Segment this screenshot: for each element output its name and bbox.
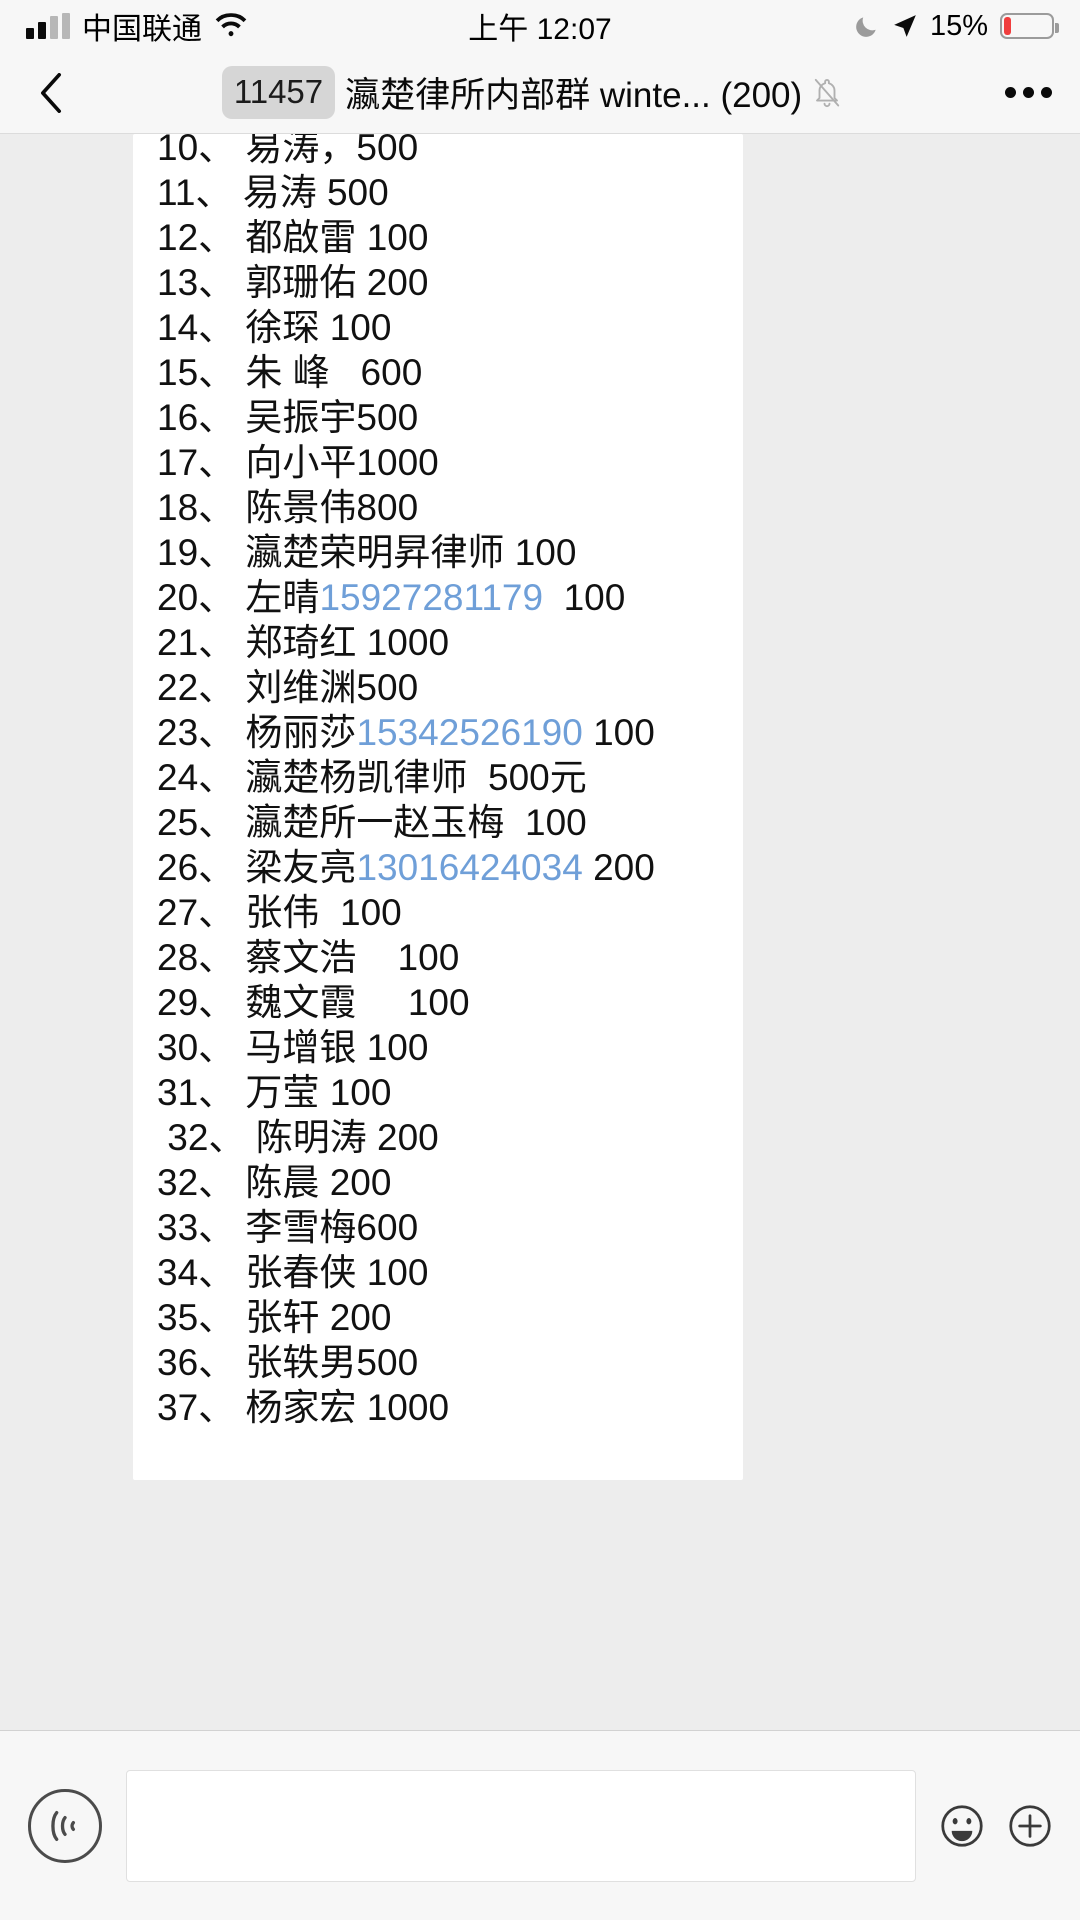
more-dot (1041, 87, 1052, 98)
voice-wave-icon (51, 1810, 76, 1841)
list-item: 22、 刘维渊500 (157, 667, 419, 708)
list-item: 19、 瀛楚荣明昇律师 100 (157, 532, 577, 573)
nav-bar: 11457 瀛楚律所内部群 winte... (200) (0, 52, 1080, 134)
battery-percent-label: 15% (929, 9, 988, 42)
input-toolbar (0, 1730, 1080, 1920)
more-options-button[interactable] (990, 87, 1052, 98)
moon-dnd-icon (856, 17, 876, 37)
message-bubble[interactable]: 10、 易涛，500 11、 易涛 500 12、 都啟雷 100 13、 郭珊佑 2… (133, 134, 743, 1480)
clock-label: 上午 12:07 (468, 13, 612, 46)
more-dot (1023, 87, 1034, 98)
list-item: 32、 陈明涛 200 (157, 1117, 439, 1158)
list-item: 28、 蔡文浩 100 (157, 937, 460, 978)
phone-number-link[interactable]: 15342526190 (356, 712, 582, 753)
list-item-amount: 100 (543, 577, 626, 618)
list-item-name: 20、 左晴 (157, 577, 320, 618)
list-item: 11、 易涛 500 (157, 172, 389, 213)
list-item-amount: 200 (582, 847, 655, 888)
list-item: 36、 张轶男500 (157, 1342, 419, 1383)
donation-list: 10、 易涛，500 11、 易涛 500 12、 都啟雷 100 13、 郭珊佑 2… (133, 134, 743, 1430)
list-item: 17、 向小平1000 (157, 442, 439, 483)
list-item: 32、 陈晨 200 (157, 1162, 392, 1203)
list-item: 21、 郑琦红 1000 (157, 622, 450, 663)
page-title: 瀛楚律所内部群 winte... (200) (345, 76, 803, 115)
chat-screen: 中国联通 上午 12:07 15% 11457 瀛楚律所内部群 winte...… (0, 0, 1080, 1920)
list-item: 10、 易涛，500 (157, 134, 419, 168)
list-item: 16、 吴振宇500 (157, 397, 419, 438)
chevron-left-icon (41, 72, 62, 113)
more-dot (1005, 87, 1016, 98)
list-item: 37、 杨家宏 1000 (157, 1387, 450, 1428)
list-item: 29、 魏文霞 100 (157, 982, 470, 1023)
phone-number-link[interactable]: 15927281179 (319, 577, 543, 618)
plus-icon[interactable] (1008, 1804, 1052, 1848)
voice-input-button[interactable] (28, 1788, 102, 1863)
list-item: 26、 梁友亮13016424034 200 (157, 845, 743, 890)
list-item: 34、 张春侠 100 (157, 1252, 429, 1293)
signal-bars-icon (26, 13, 70, 39)
nav-title-group[interactable]: 11457 瀛楚律所内部群 winte... (200) (74, 66, 990, 119)
smiley-icon[interactable] (940, 1804, 984, 1848)
list-item: 33、 李雪梅600 (157, 1207, 419, 1248)
list-item: 25、 瀛楚所一赵玉梅 100 (157, 802, 587, 843)
back-button[interactable] (28, 63, 74, 123)
list-item: 30、 马增银 100 (157, 1027, 429, 1068)
list-item: 18、 陈景伟800 (157, 487, 419, 528)
wifi-icon (215, 13, 247, 37)
status-bar-right: 15% (854, 9, 1059, 43)
chat-message-area[interactable]: 10、 易涛，500 11、 易涛 500 12、 都啟雷 100 13、 郭珊佑 2… (0, 134, 1080, 1730)
list-item: 23、 杨丽莎15342526190 100 (157, 710, 743, 755)
location-arrow-icon (894, 15, 916, 37)
list-item: 27、 张伟 100 (157, 892, 402, 933)
message-input[interactable] (126, 1769, 916, 1882)
list-item: 14、 徐琛 100 (157, 307, 392, 348)
bell-slash-icon (815, 78, 840, 107)
list-item: 13、 郭珊佑 200 (157, 262, 429, 303)
battery-icon (1000, 13, 1059, 39)
list-item: 12、 都啟雷 100 (157, 217, 429, 258)
list-item: 35、 张轩 200 (157, 1297, 392, 1338)
list-item: 31、 万莹 100 (157, 1072, 392, 1113)
status-bar-left: 中国联通 (26, 4, 248, 48)
list-item: 24、 瀛楚杨凯律师 500元 (157, 757, 587, 798)
list-item: 20、 左晴15927281179 100 (157, 575, 743, 620)
unread-count-badge[interactable]: 11457 (221, 66, 336, 119)
list-item: 15、 朱 峰 600 (157, 352, 423, 393)
carrier-label: 中国联通 (82, 13, 202, 46)
list-item-name: 26、 梁友亮 (157, 847, 357, 888)
phone-number-link[interactable]: 13016424034 (356, 847, 582, 888)
list-item-name: 23、 杨丽莎 (157, 712, 357, 753)
list-item-amount: 100 (582, 712, 655, 753)
status-bar: 中国联通 上午 12:07 15% (0, 0, 1080, 52)
